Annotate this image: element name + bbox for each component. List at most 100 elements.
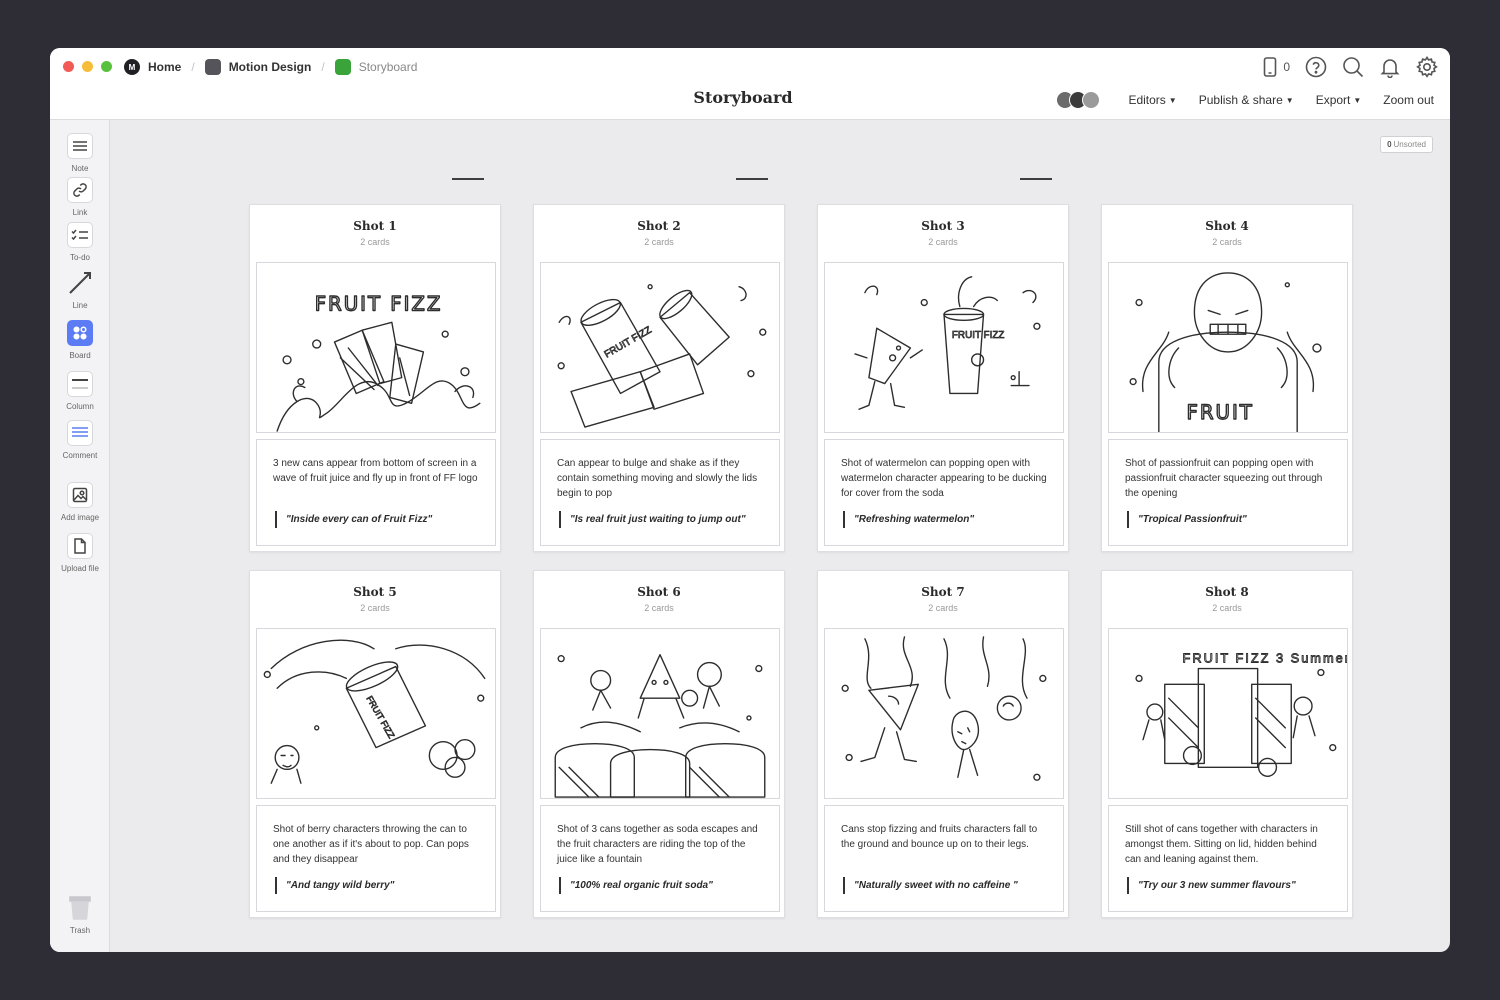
editor-avatars[interactable] [1056,91,1101,109]
shot-column-2[interactable]: Shot 2 2 cards FRUIT FIZZ Can appear to … [533,204,785,552]
sketch-lettering: FRUIT [1186,401,1253,424]
breadcrumb-motion-design[interactable]: Motion Design [204,59,312,75]
column-connector[interactable] [452,178,484,180]
tool-label: Column [66,402,94,411]
editors-menu-button[interactable]: Editors ▼ [1128,93,1176,107]
gear-icon[interactable] [1416,56,1438,78]
tool-note[interactable]: Note [50,133,110,173]
tool-link[interactable]: Link [50,177,110,217]
avatar [1082,91,1101,109]
note-description: Shot of passionfruit can popping open wi… [1125,458,1323,499]
zoom-label: Zoom out [1383,93,1434,107]
shot-note-card[interactable]: Can appear to bulge and shake as if they… [540,439,780,546]
tool-board[interactable]: Board [50,320,110,360]
sketch-image[interactable]: FRUIT FIZZ [824,262,1064,433]
tool-label: Comment [62,451,98,460]
shot-column-7[interactable]: Shot 7 2 cards Cans stop fizzing and fru… [817,570,1069,918]
search-icon[interactable] [1342,56,1364,78]
shot-column-6[interactable]: Shot 6 2 cards Shot of 3 cans together a… [533,570,785,918]
unsorted-badge[interactable]: 0 Unsorted [1380,136,1433,153]
tool-label: Trash [69,926,91,935]
mobile-devices-button[interactable]: 0 [1259,56,1290,78]
sketch-image[interactable] [540,628,780,799]
app-window: M Home / Motion Design / Storyboard Stor… [50,48,1450,952]
shot-column-4[interactable]: Shot 4 2 cards FRUIT Shot of passionfrui… [1101,204,1353,552]
comment-icon [67,420,93,446]
publish-label: Publish & share [1198,93,1283,107]
breadcrumb-storyboard[interactable]: Storyboard [334,59,417,75]
tool-add-image[interactable]: Add image [50,482,110,522]
sketch-image[interactable]: FRUIT FIZZ [540,262,780,433]
tool-column[interactable]: Column [50,371,110,411]
sketch-image[interactable] [824,628,1064,799]
note-quote: "Inside every can of Fruit Fizz" [275,511,432,528]
tool-comment[interactable]: Comment [50,420,110,460]
shot-column-5[interactable]: Shot 5 2 cards FRUIT FIZZ Shot of berry … [249,570,501,918]
sketch-image[interactable]: FRUIT FIZZ 3 Summer [1108,628,1348,799]
column-card-count: 2 cards [360,603,390,613]
board-canvas[interactable]: 0 Unsorted Shot 1 2 cards FRUIT FIZZ 3 n… [111,120,1450,952]
sketch-image[interactable]: FRUIT FIZZ [256,628,496,799]
tool-sidebar: Note Link To-do Line Board Column Commen… [50,120,110,952]
bell-icon[interactable] [1379,56,1401,78]
zoom-out-button[interactable]: Zoom out [1383,93,1434,107]
tool-label: Add image [60,513,100,522]
top-bar: M Home / Motion Design / Storyboard Stor… [50,48,1450,120]
tool-upload-file[interactable]: Upload file [50,533,110,573]
column-connector[interactable] [1020,178,1052,180]
trash-icon [67,895,93,921]
shot-note-card[interactable]: Shot of 3 cans together as soda escapes … [540,805,780,912]
shot-note-card[interactable]: Shot of berry characters throwing the ca… [256,805,496,912]
shot-note-card[interactable]: Cans stop fizzing and fruits characters … [824,805,1064,912]
note-quote: "Refreshing watermelon" [843,511,974,528]
note-quote: "100% real organic fruit soda" [559,877,713,894]
chevron-down-icon: ▼ [1353,95,1362,105]
unsorted-label: Unsorted [1393,140,1426,149]
tool-label: Upload file [61,564,99,573]
tool-todo[interactable]: To-do [50,222,110,262]
shot-note-card[interactable]: Shot of watermelon can popping open with… [824,439,1064,546]
breadcrumb-home[interactable]: M Home [124,59,181,75]
publish-share-button[interactable]: Publish & share ▼ [1199,93,1294,107]
tool-line[interactable]: Line [50,270,110,310]
maximize-window-button[interactable] [101,61,112,72]
shot-note-card[interactable]: 3 new cans appear from bottom of screen … [256,439,496,546]
chevron-down-icon: ▼ [1168,95,1177,105]
minimize-window-button[interactable] [82,61,93,72]
column-card-count: 2 cards [1212,603,1242,613]
help-icon[interactable] [1305,56,1327,78]
note-description: Shot of berry characters throwing the ca… [273,824,469,865]
editors-label: Editors [1128,93,1166,107]
note-quote: "Naturally sweet with no caffeine " [843,877,1018,894]
sketch-lettering: FRUIT FIZZ [315,292,443,315]
column-card-count: 2 cards [928,603,958,613]
sketch-image[interactable]: FRUIT [1108,262,1348,433]
note-quote: "And tangy wild berry" [275,877,394,894]
close-window-button[interactable] [63,61,74,72]
shot-column-8[interactable]: Shot 8 2 cards FRUIT FIZZ 3 Summer Still… [1101,570,1353,918]
shot-column-1[interactable]: Shot 1 2 cards FRUIT FIZZ 3 new cans app… [249,204,501,552]
shot-column-3[interactable]: Shot 3 2 cards FRUIT FIZZ Shot of waterm… [817,204,1069,552]
chevron-down-icon: ▼ [1285,95,1294,105]
sketch-lettering: FRUIT FIZZ [952,330,1004,341]
sketch-image[interactable]: FRUIT FIZZ [256,262,496,433]
column-card-count: 2 cards [928,237,958,247]
note-quote: "Tropical Passionfruit" [1127,511,1247,528]
note-description: Cans stop fizzing and fruits characters … [841,824,1038,850]
tool-label: Line [72,301,88,310]
shot-note-card[interactable]: Still shot of cans together with charact… [1108,805,1348,912]
column-card-count: 2 cards [360,237,390,247]
breadcrumb: M Home / Motion Design / Storyboard [124,58,417,76]
shot-note-card[interactable]: Shot of passionfruit can popping open wi… [1108,439,1348,546]
column-card-count: 2 cards [644,603,674,613]
export-button[interactable]: Export ▼ [1316,93,1362,107]
column-title: Shot 7 [921,585,965,599]
tool-label: To-do [69,253,90,262]
tool-label: Note [71,164,89,173]
column-connector[interactable] [736,178,768,180]
tool-label: Link [72,208,88,217]
tool-label: Board [69,351,91,360]
breadcrumb-label: Motion Design [228,60,312,74]
note-quote: "Is real fruit just waiting to jump out" [559,511,746,528]
tool-trash[interactable]: Trash [50,895,110,935]
